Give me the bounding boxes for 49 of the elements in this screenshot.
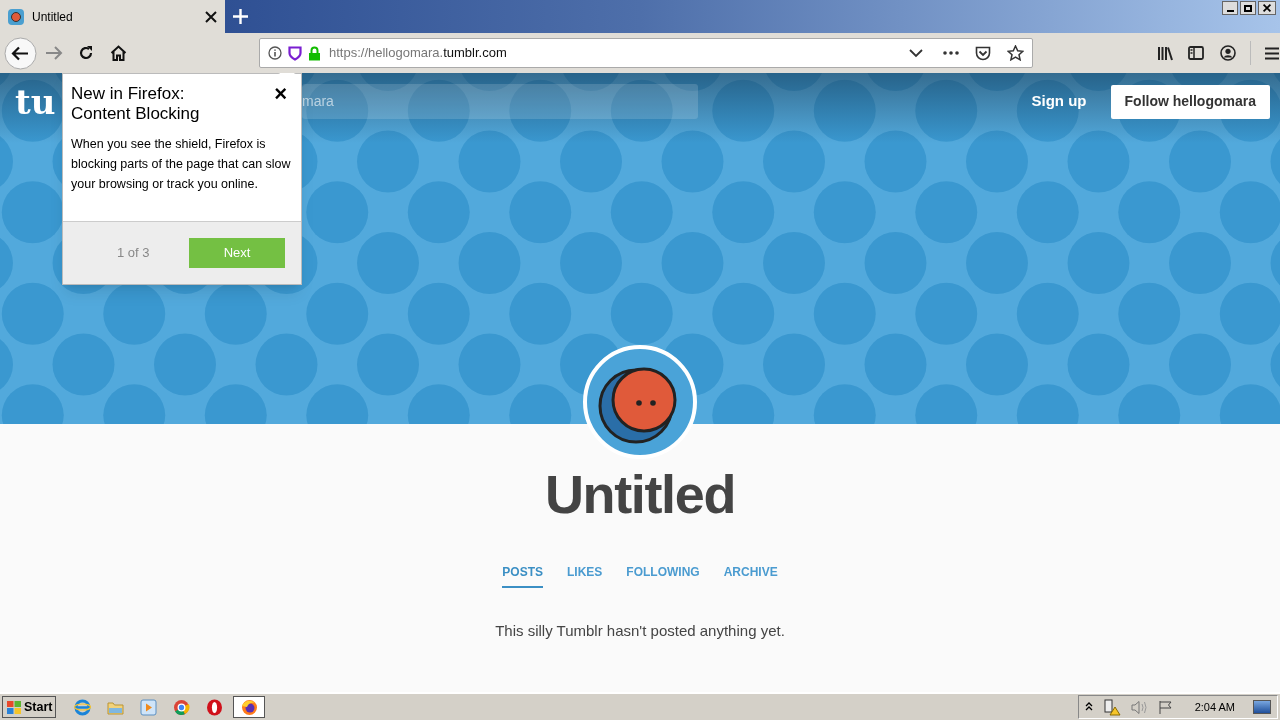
tab-favicon-icon bbox=[8, 8, 24, 25]
sign-up-link[interactable]: Sign up bbox=[1031, 90, 1087, 113]
show-hidden-icons-icon[interactable] bbox=[1084, 702, 1093, 712]
account-icon[interactable] bbox=[1220, 45, 1236, 61]
sidebar-icon[interactable] bbox=[1188, 46, 1204, 60]
start-button[interactable]: Start bbox=[2, 696, 57, 718]
restore-button[interactable] bbox=[1240, 1, 1256, 15]
site-logo[interactable]: tu bbox=[15, 84, 62, 119]
opera-icon[interactable] bbox=[206, 698, 224, 716]
close-window-button[interactable] bbox=[1258, 1, 1276, 15]
popup-title: New in Firefox: Content Blocking bbox=[71, 84, 201, 124]
empty-message: This silly Tumblr hasn't posted anything yet. bbox=[495, 621, 785, 641]
internet-explorer-icon[interactable] bbox=[74, 698, 92, 716]
minimize-button[interactable] bbox=[1222, 1, 1238, 15]
bookmark-star-icon[interactable] bbox=[1007, 45, 1024, 61]
library-icon[interactable] bbox=[1157, 45, 1173, 61]
back-button[interactable] bbox=[4, 36, 37, 70]
blog-nav-tab[interactable]: FOLLOWING bbox=[626, 563, 700, 588]
new-tab-icon[interactable] bbox=[233, 9, 248, 24]
show-desktop-button[interactable] bbox=[1253, 700, 1271, 714]
reload-button[interactable] bbox=[78, 45, 94, 61]
browser-tab[interactable]: Untitled bbox=[0, 0, 225, 33]
follow-button[interactable]: Follow hellogomara bbox=[1110, 84, 1270, 119]
firefox-icon bbox=[241, 698, 258, 716]
clock: 2:04 AM bbox=[1194, 699, 1235, 715]
info-icon[interactable] bbox=[268, 46, 282, 60]
blog-nav-tab[interactable]: POSTS bbox=[502, 563, 543, 588]
step-counter: 1 of 3 bbox=[117, 244, 150, 263]
shield-icon[interactable] bbox=[288, 45, 302, 61]
more-actions-icon[interactable] bbox=[943, 51, 959, 55]
network-warning-icon[interactable] bbox=[1102, 698, 1121, 716]
home-button[interactable] bbox=[110, 45, 127, 61]
dropdown-caret-icon[interactable] bbox=[909, 48, 923, 58]
pocket-icon[interactable] bbox=[975, 45, 991, 61]
chrome-icon[interactable] bbox=[173, 698, 191, 716]
firefox-taskbar-button[interactable] bbox=[233, 696, 266, 718]
address-bar[interactable]: https://hellogomara.tumblr.com bbox=[259, 38, 1033, 68]
lock-icon[interactable] bbox=[308, 45, 321, 61]
popup-description: When you see the shield, Firefox is blocking parts of the page that can slow your browsing or track you online. bbox=[70, 136, 292, 193]
tab-title: Untitled bbox=[32, 8, 74, 26]
forward-button[interactable] bbox=[45, 45, 63, 61]
close-tab-icon[interactable] bbox=[205, 10, 217, 23]
blog-nav-tab[interactable]: LIKES bbox=[567, 563, 603, 588]
blog-nav-tab[interactable]: ARCHIVE bbox=[723, 563, 778, 588]
close-popup-button[interactable]: × bbox=[274, 84, 287, 104]
windows-logo-icon bbox=[6, 699, 22, 715]
menu-icon[interactable] bbox=[1265, 46, 1279, 60]
flag-icon[interactable] bbox=[1157, 699, 1173, 715]
blog-title: Untitled bbox=[544, 467, 736, 521]
